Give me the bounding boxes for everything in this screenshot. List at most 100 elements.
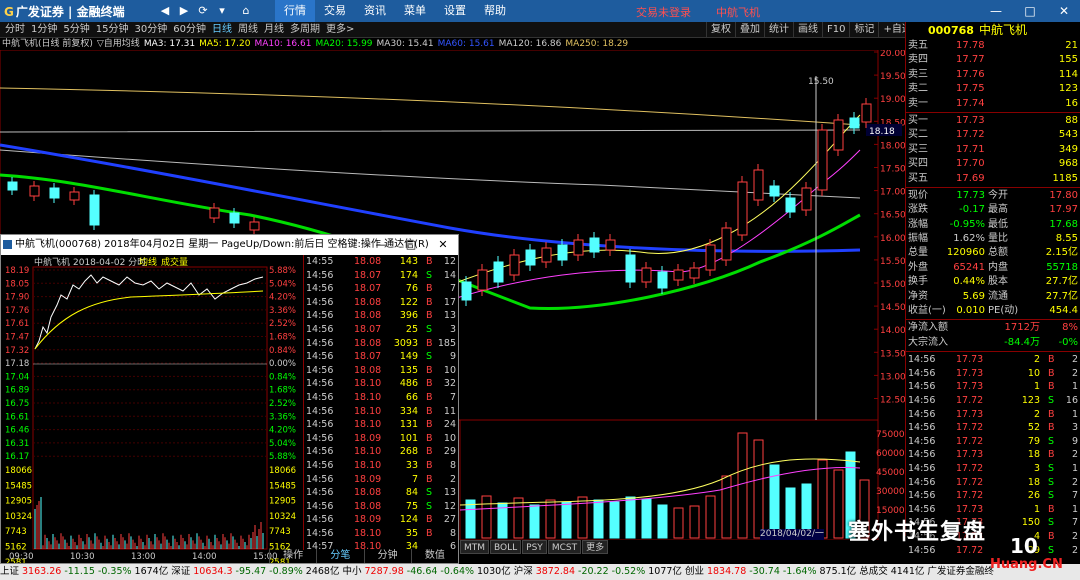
tick-row: 14:56 17.73 2 B 1 — [906, 408, 1080, 422]
tick-count: 7 — [1071, 490, 1078, 502]
indicator-tab-4[interactable]: 更多 — [582, 540, 609, 554]
popup-tab-0[interactable]: 操作 — [269, 549, 316, 563]
ask-row[interactable]: 卖四 17.77 155 — [906, 53, 1080, 67]
tool-button-4[interactable]: F10 — [822, 22, 849, 38]
menu-item-1[interactable]: 交易 — [315, 0, 355, 22]
intraday-chart[interactable]: 中航飞机 2018-04-02 分时均线 成交量 18.19 5.88% 18.05 5.0… — [1, 255, 303, 563]
popup-close-icon[interactable]: ✕ — [431, 235, 455, 255]
index-field: 中小 — [342, 566, 362, 577]
tick-count: 10 — [443, 432, 456, 444]
tool-button-0[interactable]: 复权 — [706, 22, 735, 38]
home-icon[interactable]: ⌂ — [238, 3, 254, 19]
tick-side: B — [426, 296, 433, 308]
maximize-icon[interactable]: □ — [1014, 0, 1046, 22]
bid-row[interactable]: 买一 17.73 88 — [906, 114, 1080, 128]
tick-time: 14:56 — [908, 490, 936, 502]
tick-volume: 486 — [399, 378, 418, 390]
stat-label: PE(动) — [988, 305, 1019, 317]
popup-tab-3[interactable]: 数值 — [410, 549, 458, 563]
tick-count: 8 — [449, 527, 456, 539]
forward-icon[interactable]: ▶ — [176, 3, 192, 19]
intraday-price-tick: 17.76 — [5, 306, 29, 316]
period-tab-2[interactable]: 5分钟 — [60, 22, 92, 38]
intraday-time-tick: 10:30 — [70, 552, 95, 562]
tool-button-1[interactable]: 叠加 — [735, 22, 764, 38]
bid-row[interactable]: 买四 17.70 968 — [906, 157, 1080, 171]
price-tick: 19.00 — [880, 95, 905, 105]
bid-row[interactable]: 买五 17.69 1185 — [906, 172, 1080, 186]
candle — [29, 181, 40, 201]
stat-label: 今开 — [988, 189, 1008, 201]
refresh-icon[interactable]: ⟳ — [195, 3, 211, 19]
ask-row[interactable]: 卖二 17.75 123 — [906, 82, 1080, 96]
popup-tab-1[interactable]: 分笔 — [316, 549, 363, 563]
stat-label: 流通 — [988, 290, 1008, 302]
menu-item-5[interactable]: 帮助 — [475, 0, 515, 22]
dropdown-icon[interactable]: ▾ — [214, 3, 230, 19]
candle — [573, 234, 584, 261]
period-tab-0[interactable]: 分时 — [2, 22, 28, 38]
menu-item-3[interactable]: 菜单 — [395, 0, 435, 22]
back-icon[interactable]: ◀ — [157, 3, 173, 19]
book-label: 买二 — [908, 129, 928, 141]
popup-maximize-icon[interactable]: □ — [399, 235, 423, 255]
menu-item-2[interactable]: 资讯 — [355, 0, 395, 22]
popup-titlebar[interactable]: 中航飞机(000768) 2018年04月02日 星期一 PageUp/Down… — [1, 235, 458, 255]
intraday-vol-tick: 5162 — [5, 543, 27, 553]
ask-row[interactable]: 卖三 17.76 114 — [906, 68, 1080, 82]
indicator-tab-3[interactable]: MCST — [547, 540, 582, 554]
tick-count: 2 — [449, 473, 456, 485]
tool-button-3[interactable]: 画线 — [793, 22, 822, 38]
tick-price: 18.07 — [354, 269, 382, 281]
candle — [49, 183, 60, 203]
tick-time: 14:55 — [306, 256, 334, 267]
tick-volume: 18 — [1027, 476, 1040, 488]
tick-row: 14:56 17.72 79 S 9 — [906, 435, 1080, 449]
period-tab-10[interactable]: 更多> — [323, 22, 357, 38]
candle — [541, 242, 552, 268]
volume-bar — [561, 501, 572, 539]
bid-row[interactable]: 买二 17.72 543 — [906, 128, 1080, 142]
popup-tab-2[interactable]: 分钟 — [363, 549, 411, 563]
tick-count: 10 — [443, 364, 456, 376]
ask-row[interactable]: 卖五 17.78 21 — [906, 39, 1080, 53]
indicator-tab-2[interactable]: PSY — [522, 540, 547, 554]
period-tab-7[interactable]: 周线 — [235, 22, 261, 38]
login-status[interactable]: 交易未登录 — [636, 4, 691, 20]
tick-row: 14:56 17.73 10 B 2 — [906, 367, 1080, 381]
ask-row[interactable]: 卖一 17.74 16 — [906, 97, 1080, 111]
bid-row[interactable]: 买三 17.71 349 — [906, 143, 1080, 157]
volume-bar — [737, 432, 748, 539]
candle — [833, 114, 844, 156]
candle — [737, 176, 748, 241]
period-tab-8[interactable]: 月线 — [261, 22, 287, 38]
minimize-icon[interactable]: — — [980, 0, 1012, 22]
tick-side: S — [1048, 490, 1055, 502]
tool-button-5[interactable]: 标记 — [849, 22, 878, 38]
menu-item-0[interactable]: 行情 — [275, 0, 315, 22]
candle — [849, 112, 860, 134]
popup-minimize-icon[interactable]: — — [369, 235, 393, 255]
period-tab-1[interactable]: 1分钟 — [28, 22, 60, 38]
period-tab-3[interactable]: 15分钟 — [93, 22, 132, 38]
close-icon[interactable]: ✕ — [1048, 0, 1080, 22]
stat-label: 内盘 — [988, 261, 1008, 273]
period-tab-6[interactable]: 日线 — [209, 22, 235, 38]
tool-button-2[interactable]: 统计 — [764, 22, 793, 38]
tick-volume: 10 — [1027, 367, 1040, 379]
indicator-tab-0[interactable]: MTM — [460, 540, 490, 554]
period-tab-5[interactable]: 60分钟 — [170, 22, 209, 38]
tick-volume: 26 — [1027, 490, 1040, 502]
period-tab-4[interactable]: 30分钟 — [131, 22, 170, 38]
ma-marker[interactable]: ▽自用均线 — [97, 38, 140, 50]
candle — [7, 177, 18, 195]
book-label: 买三 — [908, 143, 928, 155]
tick-side: B — [426, 446, 433, 458]
intraday-popup[interactable]: 中航飞机(000768) 2018年04月02日 星期一 PageUp/Down… — [0, 234, 459, 564]
period-tab-9[interactable]: 多周期 — [287, 22, 323, 38]
indicator-tab-1[interactable]: BOLL — [490, 540, 522, 554]
menu-item-4[interactable]: 设置 — [435, 0, 475, 22]
tick-time: 14:56 — [908, 381, 936, 393]
intraday-pct-tick: 5.88% — [269, 452, 296, 462]
popup-tick-list[interactable]: 14:55 18.08 143 B 12 14:56 18.07 174 S 14 14:56 18.… — [303, 255, 458, 550]
